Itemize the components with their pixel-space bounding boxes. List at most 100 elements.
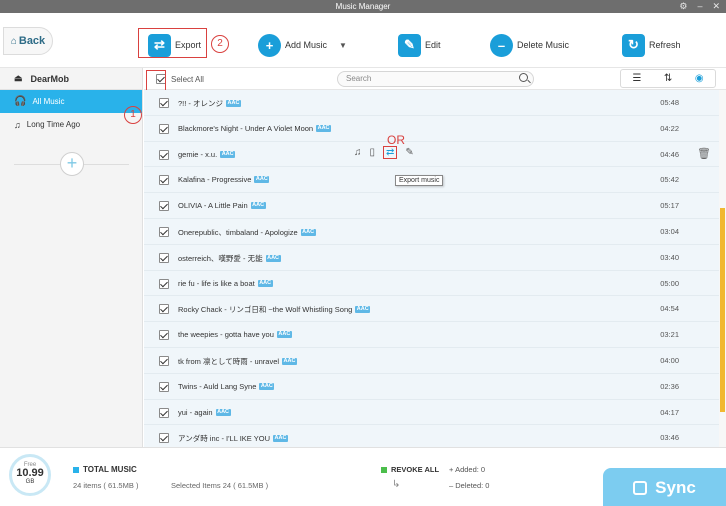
eject-icon[interactable]: ⏏: [14, 73, 23, 84]
refresh-button[interactable]: ↻ Refresh: [622, 30, 681, 60]
revoke-all-label: REVOKE ALL: [391, 465, 440, 474]
format-badge: AAC: [254, 176, 270, 184]
minimize-icon[interactable]: –: [697, 0, 702, 13]
table-row[interactable]: gemie - x.u. AAC 04:46 ♫ ▯ ⇄ ✎ 🗑: [144, 142, 719, 168]
row-checkbox[interactable]: [159, 201, 169, 212]
sidebar-item-all-music[interactable]: 🎧 All Music: [0, 90, 142, 113]
added-text: Added: 0: [455, 465, 486, 474]
sync-button[interactable]: Sync: [603, 468, 726, 506]
table-row[interactable]: OLIVIA - A Little Pain AAC 05:17: [144, 193, 719, 219]
row-checkbox[interactable]: [159, 304, 169, 315]
song-title: tk from 凛として時雨 - unravel: [178, 356, 280, 366]
row-checkbox[interactable]: [159, 252, 169, 263]
window-controls: ⚙ – ✕: [679, 0, 720, 13]
export-music-icon[interactable]: ⇄: [383, 145, 398, 159]
delete-music-button[interactable]: – Delete Music: [490, 30, 569, 60]
row-checkbox[interactable]: [159, 330, 169, 341]
back-button[interactable]: ⌂ Back: [3, 27, 53, 55]
title-bar: Music Manager ⚙ – ✕: [0, 0, 726, 13]
step-2-marker: 2: [211, 35, 229, 53]
table-row[interactable]: rie fu - life is like a boat AAC 05:00: [144, 271, 719, 297]
add-music-label: Add Music: [285, 40, 328, 50]
song-duration: 03:04: [660, 226, 679, 236]
refresh-icon: ↻: [622, 33, 645, 57]
search-input[interactable]: Search: [337, 71, 534, 87]
row-checkbox[interactable]: [159, 355, 169, 366]
row-checkbox[interactable]: [159, 433, 169, 444]
table-row[interactable]: アンダ時 inc - I'LL IKE YOU AAC 03:46: [144, 425, 719, 447]
song-title: Kalafina - Progressive: [178, 175, 252, 185]
sidebar: ⏏ DearMob 🎧 All Music ♫ Long Time Ago +: [0, 68, 143, 447]
song-duration: 05:00: [660, 278, 679, 288]
list-view-icon[interactable]: ☰: [632, 73, 641, 84]
export-highlight-box: [138, 28, 207, 58]
revoke-all-button[interactable]: REVOKE ALL: [381, 465, 439, 474]
row-actions: ♫ ▯ ⇄ ✎: [354, 145, 414, 159]
table-row[interactable]: Blackmore's Night - Under A Violet Moon A…: [144, 116, 719, 142]
ringtone-icon[interactable]: ♫: [354, 147, 362, 158]
format-badge: AAC: [259, 382, 275, 390]
format-badge: AAC: [276, 331, 292, 339]
row-checkbox[interactable]: [159, 381, 169, 392]
added-count: + Added: 0: [449, 465, 486, 474]
edit-row-icon[interactable]: ✎: [405, 147, 413, 158]
row-checkbox[interactable]: [159, 98, 169, 108]
row-checkbox[interactable]: [159, 123, 169, 134]
close-icon[interactable]: ✕: [712, 0, 720, 13]
song-duration: 03:46: [660, 433, 679, 443]
table-row[interactable]: yui - again AAC 04:17: [144, 400, 719, 426]
format-badge: AAC: [226, 100, 241, 107]
table-row[interactable]: the weepies - gotta have you AAC 03:21: [144, 322, 719, 348]
row-checkbox[interactable]: [159, 149, 169, 160]
home-icon: ⌂: [10, 35, 17, 47]
search-icon[interactable]: [519, 73, 528, 82]
scrollbar-thumb[interactable]: [720, 208, 725, 412]
deleted-count: – Deleted: 0: [449, 481, 490, 490]
song-duration: 05:17: [660, 201, 679, 211]
row-title: アンダ時 inc - I'LL IKE YOU AAC: [178, 433, 288, 444]
song-title: the weepies - gotta have you: [178, 330, 274, 340]
settings-icon[interactable]: ⚙: [679, 0, 687, 13]
chevron-down-icon[interactable]: ▼: [339, 41, 347, 50]
format-badge: AAC: [300, 228, 316, 236]
song-title: rie fu - life is like a boat: [178, 278, 255, 288]
row-checkbox[interactable]: [159, 226, 169, 237]
phone-icon[interactable]: ▯: [370, 147, 376, 158]
table-row[interactable]: Onerepublic、timbaland - Apologize AAC 03:0…: [144, 219, 719, 245]
table-row[interactable]: tk from 凛として時雨 - unravel AAC 04:00: [144, 348, 719, 374]
row-checkbox[interactable]: [159, 175, 169, 186]
sidebar-device[interactable]: ⏏ DearMob: [0, 68, 142, 90]
search-placeholder: Search: [346, 74, 372, 83]
itunes-icon[interactable]: ◉: [695, 73, 704, 84]
edit-button[interactable]: ✎ Edit: [398, 30, 441, 60]
row-title: Kalafina - Progressive AAC: [178, 175, 270, 185]
delete-music-label: Delete Music: [517, 40, 570, 50]
table-row[interactable]: osterreich、嘆野愛 - 无能 AAC 03:40: [144, 245, 719, 271]
trash-icon[interactable]: 🗑: [697, 147, 711, 160]
total-color-swatch: [73, 466, 79, 473]
list-header: Select All Search ☰ ⇅ ◉: [144, 68, 726, 90]
song-title: OLIVIA - A Little Pain: [178, 201, 248, 211]
edit-label: Edit: [425, 40, 441, 50]
sort-icon[interactable]: ⇅: [664, 73, 672, 84]
or-annotation: OR: [387, 133, 405, 147]
select-all-label: Select All: [171, 74, 204, 84]
table-row[interactable]: ?!! - オレンジ AAC 05:48: [144, 90, 719, 116]
table-row[interactable]: Rocky Chack - リンゴ日和 ~the Wolf Whistling …: [144, 296, 719, 323]
row-title: Onerepublic、timbaland - Apologize AAC: [178, 227, 316, 238]
headphones-icon: 🎧: [14, 96, 27, 107]
sidebar-item-long-time-ago[interactable]: ♫ Long Time Ago: [0, 113, 142, 136]
row-checkbox[interactable]: [159, 407, 169, 418]
sync-label: Sync: [655, 477, 696, 497]
format-badge: AAC: [355, 306, 371, 314]
add-playlist-button[interactable]: +: [60, 152, 84, 176]
song-title: yui - again: [178, 407, 213, 417]
row-title: OLIVIA - A Little Pain AAC: [178, 201, 266, 210]
row-checkbox[interactable]: [159, 278, 169, 289]
refresh-label: Refresh: [649, 40, 681, 50]
total-music-text: TOTAL MUSIC: [83, 465, 137, 474]
format-badge: AAC: [250, 202, 266, 210]
add-music-button[interactable]: + Add Music ▼: [258, 30, 347, 60]
view-buttons: ☰ ⇅ ◉: [620, 69, 716, 88]
table-row[interactable]: Twins - Auld Lang Syne AAC 02:36: [144, 374, 719, 400]
